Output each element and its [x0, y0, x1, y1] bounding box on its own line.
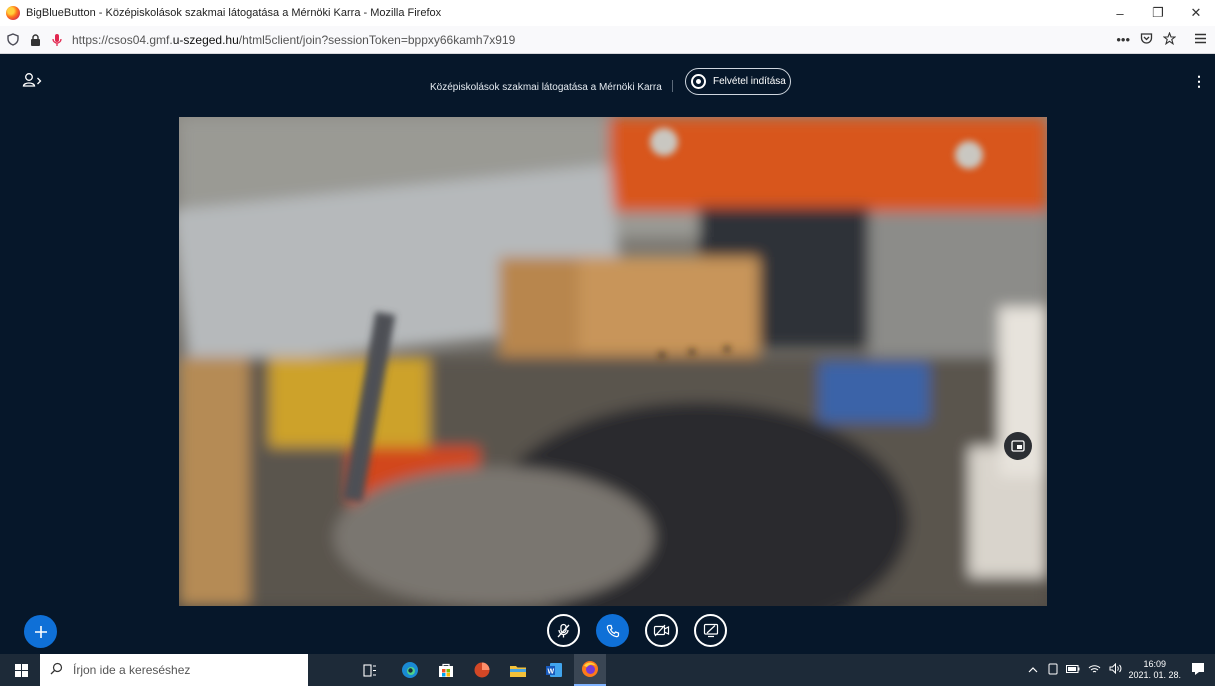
firefox-taskbar-icon[interactable]	[574, 654, 606, 686]
close-button[interactable]: ✕	[1177, 0, 1215, 26]
video-feed	[179, 117, 1047, 606]
browser-titlebar: BigBlueButton - Középiskolások szakmai l…	[0, 0, 1215, 26]
kebab-icon[interactable]: ⋮	[1192, 73, 1206, 90]
restore-button[interactable]: ❐	[1139, 0, 1177, 26]
url-suffix: /html5client/join?sessionToken=bppxy66ka…	[238, 32, 516, 47]
video-frame	[179, 117, 1047, 606]
wifi-icon[interactable]	[1088, 664, 1101, 677]
clock-date: 2021. 01. 28.	[1128, 670, 1181, 680]
record-icon	[691, 74, 706, 89]
edge-icon[interactable]	[394, 654, 426, 686]
task-view-icon[interactable]	[354, 654, 386, 686]
volume-icon[interactable]	[1109, 662, 1122, 677]
windows-taskbar: Írjon ide a kereséshez W 16:09 2021. 01.…	[0, 654, 1215, 686]
file-explorer-icon[interactable]	[502, 654, 534, 686]
window-controls: – ❐ ✕	[1101, 0, 1215, 26]
svg-text:W: W	[548, 669, 555, 676]
mic-muted-icon[interactable]	[547, 614, 580, 647]
search-placeholder: Írjon ide a kereséshez	[73, 663, 191, 677]
powerpoint-icon[interactable]	[466, 654, 498, 686]
bookmark-star-icon[interactable]	[1162, 30, 1177, 48]
firefox-icon	[6, 6, 20, 20]
window-title: BigBlueButton - Középiskolások szakmai l…	[26, 7, 442, 19]
taskbar-clock[interactable]: 16:09 2021. 01. 28.	[1128, 659, 1181, 681]
system-tray: 16:09 2021. 01. 28.	[1028, 654, 1215, 686]
pip-icon[interactable]	[1004, 432, 1032, 460]
url-bar: https://csos04.gmf.u-szeged.hu/html5clie…	[0, 26, 1215, 54]
camera-off-icon[interactable]	[645, 614, 678, 647]
screen-share-off-icon[interactable]	[694, 614, 727, 647]
word-icon[interactable]: W	[538, 654, 570, 686]
pocket-icon[interactable]	[1140, 32, 1153, 48]
lock-icon[interactable]	[26, 31, 44, 49]
record-button[interactable]: Felvétel indítása	[685, 68, 791, 95]
tray-chevron-icon[interactable]	[1028, 664, 1038, 676]
record-label: Felvétel indítása	[713, 76, 786, 87]
page-actions-icon[interactable]: •••	[1116, 32, 1130, 47]
users-icon[interactable]	[22, 71, 44, 89]
url-prefix: https://csos04.gmf.	[72, 32, 173, 47]
minimize-button[interactable]: –	[1101, 0, 1139, 26]
microphone-icon[interactable]	[48, 31, 66, 49]
tablet-icon[interactable]	[1048, 663, 1058, 678]
taskbar-apps: W	[354, 654, 606, 686]
taskbar-search[interactable]: Írjon ide a kereséshez	[40, 654, 308, 686]
header-divider	[672, 80, 673, 92]
url-domain: u-szeged.hu	[172, 32, 239, 47]
meeting-title: Középiskolások szakmai látogatása a Mérn…	[430, 82, 662, 93]
url-field[interactable]: https://csos04.gmf.u-szeged.hu/html5clie…	[72, 33, 1116, 47]
store-icon[interactable]	[430, 654, 462, 686]
phone-icon[interactable]	[596, 614, 629, 647]
clock-time: 16:09	[1143, 659, 1166, 669]
meeting-header: Középiskolások szakmai látogatása a Mérn…	[0, 55, 1215, 105]
shield-icon[interactable]	[4, 31, 22, 49]
menu-icon[interactable]	[1194, 32, 1207, 47]
notifications-icon[interactable]	[1191, 662, 1205, 679]
plus-icon[interactable]	[24, 615, 57, 648]
battery-icon[interactable]	[1066, 664, 1080, 676]
search-icon	[50, 662, 63, 678]
windows-start-icon[interactable]	[6, 654, 36, 686]
